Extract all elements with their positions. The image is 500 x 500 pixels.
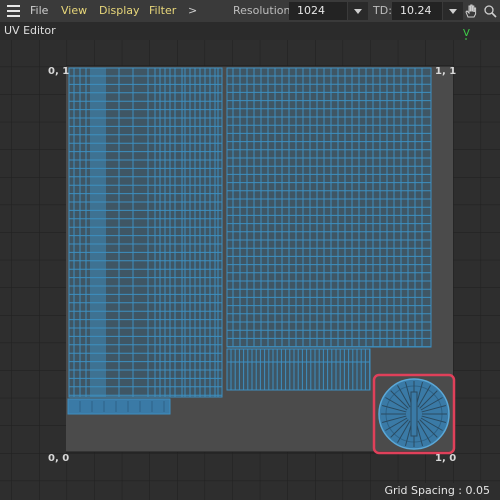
corner-label-top-right: 1, 1 (435, 66, 457, 77)
top-toolbar: File View Display Filter > Resolution: 1… (0, 0, 500, 22)
uv-shell-small[interactable] (67, 398, 171, 415)
uv-canvas[interactable] (0, 40, 500, 500)
td-input[interactable]: 10.24 (392, 2, 442, 20)
menu-file[interactable]: File (30, 0, 48, 22)
panel-title: UV Editor (4, 24, 56, 37)
menu-overflow[interactable]: > (188, 0, 197, 22)
uv-shell-strip[interactable] (226, 348, 371, 391)
resolution-label: Resolution: (233, 4, 295, 17)
corner-label-bottom-right: 1, 0 (435, 453, 457, 464)
menu-filter[interactable]: Filter (149, 0, 176, 22)
resolution-input[interactable]: 1024 (289, 2, 347, 20)
zoom-icon[interactable] (482, 3, 498, 19)
hamburger-menu-icon[interactable] (7, 5, 20, 17)
v-axis-label: V (463, 28, 470, 39)
uv-viewport[interactable]: 0, 1 1, 1 0, 0 1, 0 (0, 40, 500, 500)
uv-shell-right[interactable] (226, 67, 432, 348)
hand-pan-icon[interactable] (463, 3, 479, 19)
grid-spacing-status: Grid Spacing : 0.05 (382, 483, 492, 498)
panel-header (0, 22, 500, 40)
td-dropdown-icon[interactable] (443, 2, 463, 20)
uv-shell-circle[interactable] (378, 378, 450, 450)
menu-view[interactable]: View (61, 0, 87, 22)
td-label: TD: (373, 4, 392, 17)
menu-display[interactable]: Display (99, 0, 140, 22)
resolution-dropdown-icon[interactable] (348, 2, 368, 20)
uv-shell-left[interactable] (68, 67, 223, 398)
corner-label-bottom-left: 0, 0 (48, 453, 70, 464)
corner-label-top-left: 0, 1 (48, 66, 70, 77)
